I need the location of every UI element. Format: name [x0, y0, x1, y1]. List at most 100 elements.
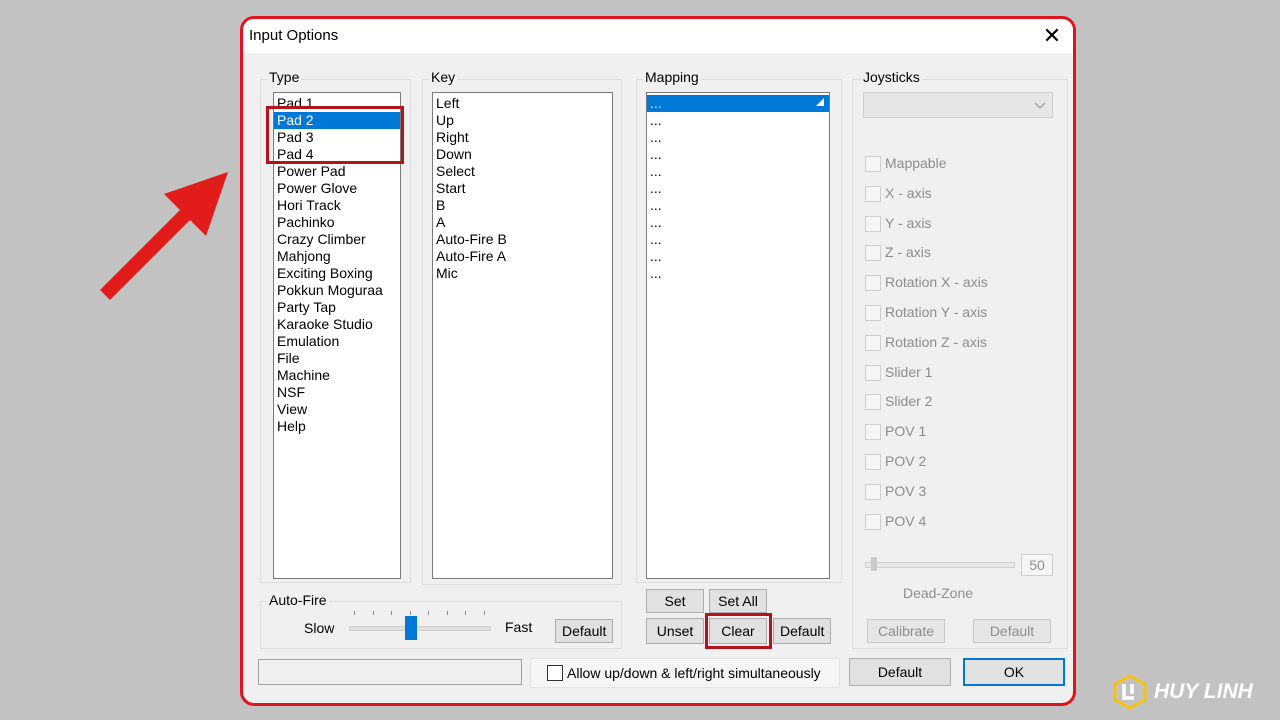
mapping-listbox[interactable]: ................................. [646, 92, 830, 579]
joystick-option-label: X - axis [885, 184, 932, 201]
watermark-text: HUY LINH [1154, 680, 1253, 703]
joystick-option-checkbox[interactable] [865, 513, 881, 530]
type-list-item[interactable]: Mahjong [274, 248, 400, 265]
joystick-option-checkbox[interactable] [865, 364, 881, 381]
type-list-item[interactable]: Crazy Climber [274, 231, 400, 248]
type-list-item[interactable]: Machine [274, 367, 400, 384]
calibrate-button[interactable]: Calibrate [867, 619, 945, 643]
deadzone-slider-thumb[interactable] [871, 557, 877, 571]
deadzone-value: 50 [1029, 557, 1045, 573]
deadzone-slider[interactable] [865, 557, 1015, 571]
key-list-item[interactable]: A [433, 214, 612, 231]
joystick-option-checkbox[interactable] [865, 424, 881, 441]
joystick-option-checkbox[interactable] [865, 185, 881, 202]
type-list-item[interactable]: Pad 1 [274, 95, 400, 112]
joystick-select[interactable] [863, 92, 1053, 118]
key-label: Key [429, 69, 458, 85]
key-list-item[interactable]: Auto-Fire A [433, 248, 612, 265]
annotation-arrow-left [100, 172, 228, 300]
unset-button[interactable]: Unset [646, 618, 704, 644]
joystick-option-label: Mappable [885, 155, 947, 171]
joystick-option-checkbox[interactable] [865, 483, 881, 500]
autofire-slider-tick [483, 611, 485, 615]
type-list-item[interactable]: Help [274, 418, 400, 435]
mapping-list-item[interactable]: ... [647, 129, 829, 146]
type-list-item[interactable]: Pad 3 [274, 129, 400, 146]
mapping-list-item[interactable]: ... [647, 112, 829, 129]
joystick-option-checkbox[interactable] [865, 245, 881, 262]
mapping-list-item[interactable]: ... [647, 248, 829, 265]
mapping-list-item[interactable]: ... [647, 265, 829, 282]
deadzone-label: Dead-Zone [903, 585, 974, 601]
joystick-option-label: POV 2 [885, 453, 927, 469]
joystick-option-label: Rotation Y - axis [885, 304, 988, 320]
mapping-list-item[interactable]: ... [647, 180, 829, 197]
mapping-default-button[interactable]: Default [773, 618, 831, 644]
type-list-item[interactable]: Power Glove [274, 180, 400, 197]
key-listbox[interactable]: Left Up Right Down Select Start B A Auto-Fire BA… [432, 92, 613, 579]
mapping-list-item[interactable]: ... [647, 163, 829, 180]
status-field [258, 659, 522, 685]
simultaneous-label: Allow up/down & left/right simultaneousl… [567, 665, 821, 681]
autofire-slider[interactable] [349, 611, 491, 641]
joystick-option-checkbox[interactable] [865, 334, 881, 351]
key-list-item[interactable]: Down [433, 146, 612, 163]
mapping-list-item[interactable]: ... [647, 231, 829, 248]
mapping-list-item[interactable]: ... [647, 214, 829, 231]
autofire-slider-tick [354, 611, 355, 615]
input-options-dialog: Input Options ✕ Type Pad 1 Pad 2 Pad 3 Pad … [240, 16, 1076, 706]
joystick-option-checkbox[interactable] [865, 454, 881, 470]
mapping-list-item[interactable]: ... [647, 197, 829, 214]
key-list-item[interactable]: Up [433, 112, 612, 129]
close-icon[interactable]: ✕ [1039, 23, 1065, 49]
footer-default-button[interactable]: Default [849, 658, 951, 686]
key-list-item[interactable]: Start [433, 180, 612, 197]
key-list-item[interactable]: B [433, 197, 612, 214]
type-list-item[interactable]: Exciting Boxing [274, 265, 400, 282]
key-list-item[interactable]: Auto-Fire B [433, 231, 612, 248]
type-list-item[interactable]: File [274, 350, 400, 367]
key-list-item[interactable]: Mic [433, 265, 612, 282]
type-list-item[interactable]: Karaoke Studio [274, 316, 400, 333]
joystick-default-button[interactable]: Default [973, 619, 1051, 643]
joystick-option-checkbox[interactable] [865, 394, 881, 411]
key-list-item[interactable]: Select [433, 163, 612, 180]
clear-button[interactable]: Clear [709, 618, 767, 644]
joystick-option-checkbox[interactable] [865, 275, 881, 292]
type-list-item[interactable]: Emulation [274, 333, 400, 350]
key-list-item[interactable]: Left [433, 95, 612, 112]
deadzone-value-box[interactable]: 50 [1021, 554, 1053, 576]
autofire-default-button[interactable]: Default [555, 619, 613, 643]
type-list-item[interactable]: Party Tap [274, 299, 400, 316]
type-list-item[interactable]: NSF [274, 384, 400, 401]
type-list-item[interactable]: Pokkun Moguraa [274, 282, 400, 299]
key-list-item[interactable]: Right [433, 129, 612, 146]
autofire-label: Auto-Fire [267, 592, 329, 608]
autofire-slider-tick [391, 611, 392, 615]
type-list-item[interactable]: Pachinko [274, 214, 400, 231]
ok-button[interactable]: OK [963, 658, 1065, 686]
set-all-button[interactable]: Set All [709, 589, 767, 613]
huy-linh-logo-icon [1113, 674, 1147, 710]
simultaneous-checkbox[interactable] [547, 665, 563, 681]
mapping-list-item[interactable]: ... [647, 146, 829, 163]
joystick-option-checkbox[interactable] [865, 215, 881, 232]
type-list-item[interactable]: View [274, 401, 400, 418]
simultaneous-checkbox-row[interactable]: Allow up/down & left/right simultaneousl… [530, 658, 840, 688]
set-button[interactable]: Set [646, 589, 704, 613]
joysticks-label: Joysticks [861, 69, 922, 85]
joystick-option-checkbox[interactable] [865, 156, 881, 172]
autofire-slider-thumb[interactable] [404, 616, 417, 640]
mapping-list-item[interactable]: ... [647, 95, 829, 112]
joystick-option-label: Z - axis [885, 244, 931, 261]
window-title: Input Options [249, 27, 339, 44]
type-list-item[interactable]: Pad 4 [274, 146, 400, 163]
type-list-item[interactable]: Hori Track [274, 197, 400, 214]
type-list-item[interactable]: Power Pad [274, 163, 400, 180]
joystick-option-label: POV 4 [885, 512, 927, 529]
type-listbox[interactable]: Pad 1 Pad 2 Pad 3 Pad 4 Power Pad Power Glove… [273, 92, 401, 579]
autofire-slider-tick [428, 611, 429, 615]
joystick-option-label: POV 1 [885, 423, 927, 440]
joystick-option-checkbox[interactable] [865, 305, 881, 321]
type-list-item[interactable]: Pad 2 [274, 112, 400, 129]
